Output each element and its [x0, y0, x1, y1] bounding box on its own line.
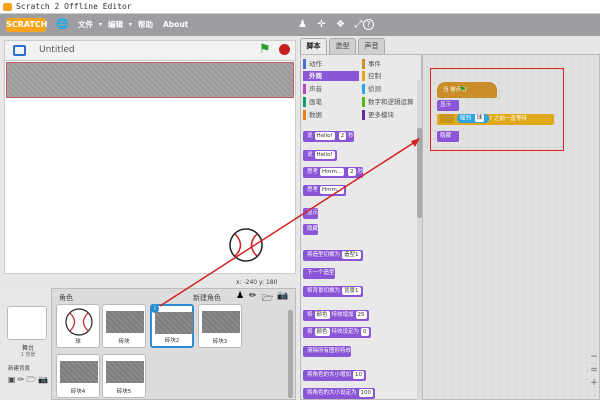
sprite-label: 砖块: [118, 339, 130, 345]
new-backdrop-label: 新建背景: [8, 366, 31, 372]
shrink-icon[interactable]: ❖: [334, 18, 347, 31]
project-title-field[interactable]: Untitled: [39, 45, 75, 55]
wait-until-prefix: [440, 114, 454, 123]
category-operators[interactable]: 数字和逻辑运算: [362, 97, 420, 107]
sprite-label: 砖块5: [116, 389, 132, 395]
person-stamp-icon[interactable]: ♟: [296, 18, 309, 31]
choose-sprite-icon[interactable]: ♟: [236, 291, 244, 301]
block-think-for-secs[interactable]: 思考 Hmm... 2 秒: [303, 167, 364, 178]
upload-icon[interactable]: 🗁: [262, 291, 273, 307]
block-say[interactable]: 说 Hello!: [303, 150, 337, 161]
sprite-label: 砖块3: [212, 339, 228, 345]
window-title: Scratch 2 Offline Editor: [16, 2, 132, 11]
brick-thumb: [106, 311, 144, 333]
block-switch-backdrop[interactable]: 将背景切换为 背景1: [303, 286, 363, 297]
tab-sounds[interactable]: 声音: [358, 38, 385, 54]
green-flag-icon: ⚑: [459, 85, 467, 94]
sprite-scrollbar[interactable]: [288, 310, 293, 398]
backdrop-tools-icon[interactable]: ▣✏🗁📷: [8, 374, 50, 388]
category-data[interactable]: 数据: [303, 110, 359, 120]
baseball-thumb-icon: [65, 308, 93, 336]
category-motion[interactable]: 动作: [303, 59, 359, 69]
chevron-down-icon: ▾: [99, 21, 103, 28]
brick-thumb: [60, 361, 98, 383]
sprite-label: 球: [75, 339, 81, 345]
green-flag-icon[interactable]: ⚑: [259, 42, 271, 57]
menu-edit[interactable]: 编辑: [108, 14, 123, 36]
menu-help[interactable]: 帮助: [138, 14, 153, 36]
script-block-show[interactable]: 显示: [437, 100, 459, 111]
stage-thumbnail[interactable]: [7, 306, 47, 340]
stage-header: Untitled ⚑: [4, 40, 296, 60]
camera-icon[interactable]: 📷: [277, 291, 288, 301]
block-next-costume[interactable]: 下一个造型: [303, 268, 335, 279]
category-sensing[interactable]: 侦测: [362, 84, 418, 94]
category-sound[interactable]: 声音: [303, 84, 359, 94]
category-pen[interactable]: 画笔: [303, 97, 359, 107]
menu-about[interactable]: About: [163, 14, 188, 36]
block-change-size[interactable]: 将角色的大小增加 10: [303, 370, 367, 381]
stage-column: 舞台 1 背景 新建背景 ▣✏🗁📷: [4, 288, 52, 400]
paint-brush-icon[interactable]: ✏: [249, 291, 257, 301]
script-hat-when-flag[interactable]: 当 被点击 ⚑: [437, 82, 497, 98]
sprite-tile[interactable]: 砖块3: [198, 304, 242, 348]
brick-thumb: [106, 361, 144, 383]
zoom-out-icon[interactable]: −: [590, 353, 598, 362]
menu-bar: SCRATCH 🌐 文件 ▾ 编辑 ▾ 帮助 About ♟ ✛ ❖ ⤢ ?: [0, 14, 600, 36]
sprite-tile[interactable]: 砖块: [102, 304, 146, 348]
touching-condition[interactable]: 碰到 球: [457, 114, 490, 123]
mouse-coords: x: -240 y: 180: [236, 279, 278, 286]
script-block-wait-until[interactable]: 碰到 球? 之前一直等待: [437, 114, 554, 125]
zoom-reset-icon[interactable]: =: [590, 366, 598, 375]
chevron-down-icon: ▾: [129, 21, 133, 28]
sprite-label: 砖块4: [70, 389, 86, 395]
block-change-effect[interactable]: 将颜色 特效增加 25: [303, 310, 369, 321]
block-think[interactable]: 思考 Hmm...: [303, 185, 347, 196]
scratch-logo[interactable]: SCRATCH: [6, 18, 47, 32]
baseball-sprite[interactable]: [227, 226, 265, 264]
category-control[interactable]: 控制: [362, 71, 418, 81]
stage-backdrop-count: 1 背景: [20, 352, 36, 358]
sprite-tile[interactable]: 砖块4: [56, 354, 100, 398]
stop-icon[interactable]: [279, 44, 290, 55]
tab-costumes[interactable]: 造型: [329, 38, 356, 54]
category-events[interactable]: 事件: [362, 59, 418, 69]
app-icon: [3, 3, 12, 11]
new-sprite-label: 新建角色: [193, 294, 221, 302]
block-switch-costume[interactable]: 将造型切换为 造型1: [303, 250, 363, 261]
window-title-bar: Scratch 2 Offline Editor: [0, 0, 600, 14]
block-show[interactable]: 显示: [303, 208, 319, 219]
presentation-mode-icon[interactable]: [13, 45, 26, 56]
brick-thumb: [155, 312, 193, 334]
sprite-tile[interactable]: 砖块5: [102, 354, 146, 398]
category-more-blocks[interactable]: 更多模块: [362, 110, 418, 120]
block-set-size[interactable]: 将角色的大小设定为 100: [303, 388, 376, 399]
expand-icon[interactable]: ✛: [315, 18, 328, 31]
zoom-in-icon[interactable]: +: [590, 379, 598, 388]
block-say-for-secs[interactable]: 说 Hello! 2 秒: [303, 131, 354, 142]
sprite-paddle[interactable]: [6, 62, 294, 98]
category-looks[interactable]: 外观: [303, 71, 359, 81]
tab-scripts[interactable]: 脚本: [300, 38, 327, 54]
sprite-header: 角色: [59, 294, 73, 302]
sprite-tile-selected[interactable]: i 砖块2: [150, 304, 194, 348]
stage-canvas[interactable]: [4, 60, 296, 274]
globe-icon[interactable]: 🌐: [56, 18, 69, 31]
sprite-tile[interactable]: 球: [56, 304, 100, 348]
menu-file[interactable]: 文件: [78, 14, 93, 36]
block-hide[interactable]: 隐藏: [303, 224, 319, 235]
script-block-hide[interactable]: 隐藏: [437, 131, 459, 142]
sprite-label: 砖块2: [164, 338, 180, 344]
brick-thumb: [202, 311, 240, 333]
block-clear-effects[interactable]: 清除所有图形特效: [303, 346, 352, 357]
help-icon[interactable]: ?: [363, 19, 374, 30]
block-set-effect[interactable]: 将颜色 特效设定为 0: [303, 327, 371, 338]
